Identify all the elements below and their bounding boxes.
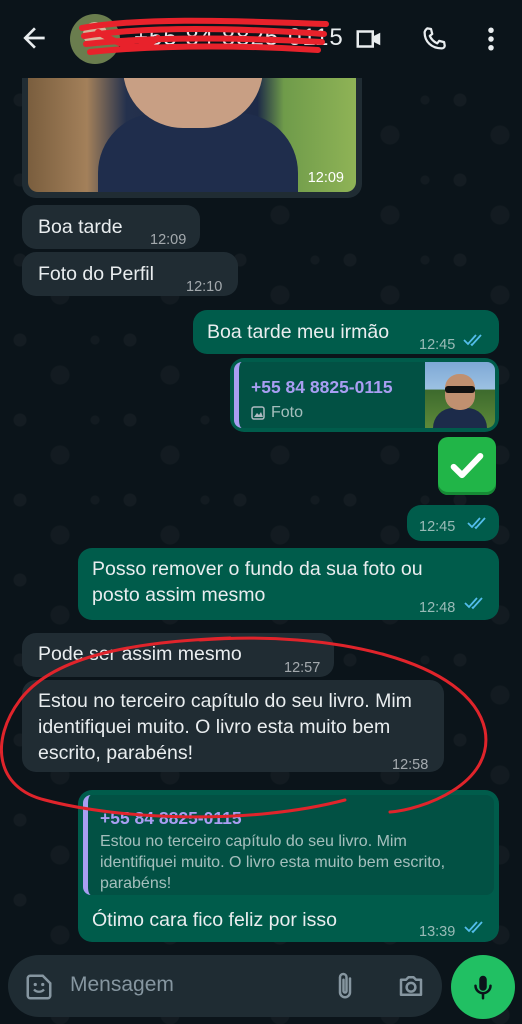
shared-photo[interactable]: 12:09 (28, 68, 356, 192)
sticker-icon[interactable] (24, 972, 54, 1002)
reply-thumbnail (425, 362, 495, 428)
contact-avatar[interactable] (70, 14, 120, 64)
video-camera-icon (356, 30, 381, 48)
photo-icon (251, 406, 265, 420)
message-time: 12:09 (150, 232, 187, 248)
quoted-contact-name: +55 84 8825-0115 (100, 808, 242, 828)
outgoing-message[interactable]: Boa tarde meu irmão 12:45 (193, 310, 499, 354)
quoted-message-preview[interactable]: +55 84 8825-0115 Estou no terceiro capít… (83, 795, 494, 895)
check-mark-button-emoji (438, 437, 496, 495)
incoming-message[interactable]: Pode ser assim mesmo 12:57 (22, 633, 334, 677)
message-time: 13:39 (419, 924, 456, 940)
outgoing-message[interactable]: Posso remover o fundo da sua foto ou pos… (78, 548, 499, 620)
outgoing-quoted-reply[interactable]: +55 84 8825-0115 Estou no terceiro capít… (78, 790, 499, 942)
voice-call-button[interactable] (419, 24, 449, 54)
chat-header: +55 84 8825-0115 (0, 0, 522, 78)
check-mark-icon (450, 453, 484, 479)
message-text: Estou no terceiro capítulo do seu livro.… (38, 690, 412, 764)
contact-name[interactable]: +55 84 8825-0115 (134, 24, 344, 52)
message-text: Posso remover o fundo da sua foto ou pos… (92, 558, 423, 606)
arrow-left-icon (23, 27, 45, 49)
message-time: 12:58 (392, 757, 429, 773)
message-time: 12:45 (419, 519, 456, 535)
message-time: 12:09 (307, 170, 344, 186)
incoming-message[interactable]: Estou no terceiro capítulo do seu livro.… (22, 680, 444, 773)
read-ticks-icon (463, 334, 482, 347)
message-time: 12:45 (419, 337, 456, 353)
reply-media-label: Foto (271, 404, 304, 421)
microphone-icon (474, 975, 492, 1000)
back-button[interactable] (18, 22, 50, 54)
more-vert-icon (488, 27, 494, 51)
reply-contact-name: +55 84 8825-0115 (251, 377, 393, 397)
phone-icon (423, 27, 446, 50)
message-time: 12:57 (284, 660, 321, 676)
incoming-image-message[interactable]: 12:09 (22, 68, 362, 198)
read-ticks-icon (464, 597, 483, 610)
message-text: Ótimo cara fico feliz por isso (92, 909, 337, 931)
message-text: Pode ser assim mesmo (38, 643, 242, 665)
read-ticks-icon (464, 921, 483, 934)
incoming-message[interactable]: Foto do Perfil 12:10 (22, 252, 238, 296)
message-text: Boa tarde meu irmão (207, 321, 390, 343)
message-text: Boa tarde (38, 216, 123, 238)
camera-icon[interactable] (396, 971, 426, 1001)
message-input[interactable]: Mensagem (70, 973, 174, 997)
incoming-message[interactable]: Boa tarde 12:09 (22, 205, 200, 249)
quoted-text: Estou no terceiro capítulo do seu livro.… (100, 833, 446, 892)
message-text: Foto do Perfil (38, 263, 154, 285)
message-composer[interactable]: Mensagem (8, 955, 442, 1017)
message-time: 12:48 (419, 600, 456, 616)
reply-preview[interactable]: +55 84 8825-0115 Foto (234, 362, 495, 428)
message-time: 12:10 (186, 279, 223, 295)
more-options-button[interactable] (480, 24, 502, 54)
outgoing-photo-reply[interactable]: +55 84 8825-0115 Foto (230, 358, 499, 432)
paperclip-icon[interactable] (330, 971, 360, 1001)
voice-message-button[interactable] (451, 955, 515, 1019)
video-call-button[interactable] (354, 24, 384, 54)
outgoing-message-meta[interactable]: 12:45 (407, 505, 499, 541)
read-ticks-icon (467, 517, 486, 530)
